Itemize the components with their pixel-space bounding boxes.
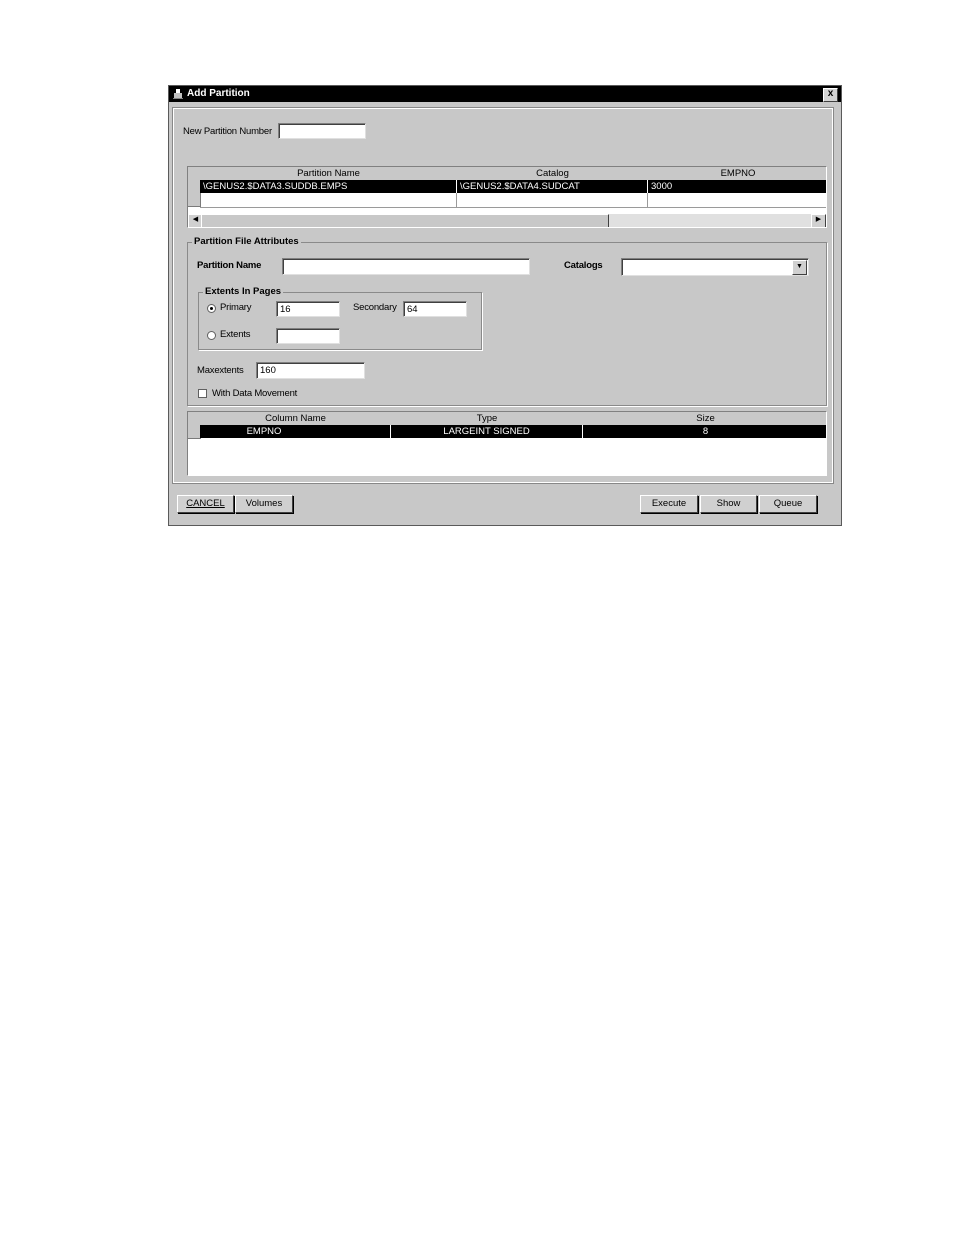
queue-button-label: Queue [773,498,803,509]
new-partition-number-input[interactable] [278,123,366,139]
horizontal-scrollbar[interactable]: ◀ ▶ [188,214,826,227]
execute-button-label: Execute [651,498,687,509]
cell-empno: 3000 [651,181,673,192]
maxextents-input[interactable] [256,362,365,379]
table-row[interactable]: \GENUS2.$DATA3.SUDDB.EMPS \GENUS2.$DATA4… [200,180,826,193]
extents-in-pages-group: Extents In Pages Primary Secondary Exten… [198,286,482,350]
close-icon[interactable]: x [823,88,838,102]
partition-grid: Partition Name Catalog EMPNO \GENUS2.$DA… [187,166,827,228]
extents-radio[interactable] [207,331,216,340]
title-bar: Add Partition x [169,86,841,102]
scroll-right-icon[interactable]: ▶ [811,214,826,227]
catalogs-label: Catalogs [564,260,603,271]
partition-name-label: Partition Name [197,260,262,271]
column-header-column-name[interactable]: Column Name [200,412,392,426]
column-header-catalog[interactable]: Catalog [457,167,649,181]
volumes-button-label: Volumes [245,498,283,509]
extents-in-pages-title: Extents In Pages [203,286,284,297]
table-row[interactable]: EMPNO LARGEINT SIGNED 8 [200,425,826,438]
partition-file-attributes-title: Partition File Attributes [192,236,301,247]
column-header-size[interactable]: Size [583,412,826,426]
cancel-button[interactable]: CANCEL [177,495,234,513]
app-icon [173,89,183,99]
cell-size: 8 [702,426,709,437]
show-button-label: Show [716,498,741,509]
volumes-button[interactable]: Volumes [235,495,293,513]
column-divider [647,193,648,208]
column-header-type[interactable]: Type [391,412,584,426]
column-grid: Column Name Type Size EMPNO LARGEINT SIG… [187,411,827,476]
cell-type: LARGEINT SIGNED [391,425,583,438]
row-divider [200,207,826,208]
scrollbar-thumb[interactable] [201,214,609,227]
cell-partition-name: \GENUS2.$DATA3.SUDDB.EMPS [200,180,457,193]
window-title: Add Partition [187,88,250,99]
row-header-empty[interactable] [188,193,201,207]
execute-button[interactable]: Execute [640,495,698,513]
primary-input[interactable] [276,301,340,317]
show-button[interactable]: Show [700,495,757,513]
column-header-empno[interactable]: EMPNO [648,167,826,181]
column-divider [456,193,457,208]
primary-label: Primary [220,302,252,313]
secondary-label: Secondary [353,302,397,313]
new-partition-number-label: New Partition Number [183,126,272,137]
column-header-partition-name[interactable]: Partition Name [200,167,458,181]
add-partition-window: Add Partition x New Partition Number Par… [168,85,842,526]
queue-button[interactable]: Queue [759,495,817,513]
partition-file-attributes-group: Partition File Attributes Partition Name… [187,236,827,406]
catalogs-select[interactable]: ▼ [621,258,809,276]
with-data-movement-checkbox[interactable] [198,389,207,398]
extents-label: Extents [220,329,251,340]
partition-name-input[interactable] [282,258,530,275]
cell-column-name: EMPNO [200,425,391,438]
with-data-movement-label: With Data Movement [212,388,298,399]
maxextents-label: Maxextents [197,365,244,376]
chevron-down-icon[interactable]: ▼ [792,260,807,275]
cell-catalog: \GENUS2.$DATA4.SUDCAT [457,180,648,193]
primary-radio[interactable] [207,304,216,313]
cancel-button-label: CANCEL [186,498,225,509]
extents-input[interactable] [276,328,340,344]
secondary-input[interactable] [403,301,467,317]
dialog-client-area: New Partition Number Partition Name Cata… [172,107,834,484]
